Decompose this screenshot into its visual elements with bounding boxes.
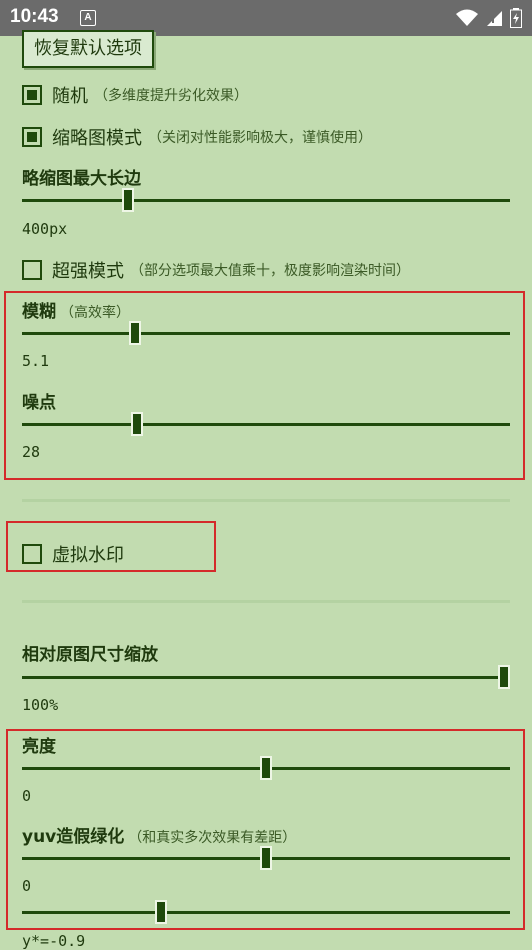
super-mode-option[interactable]: 超强模式 （部分选项最大值乘十，极度影响渲染时间） <box>22 257 410 283</box>
random-option[interactable]: 随机 （多维度提升劣化效果） <box>22 82 248 108</box>
battery-icon <box>510 8 522 28</box>
thumb-max-edge-title: 略缩图最大长边 <box>22 169 141 189</box>
highlight-box-brightness-yuv <box>6 729 525 930</box>
wifi-icon <box>456 9 478 26</box>
notification-icon: A <box>80 10 96 26</box>
settings-panel: 恢复默认选项 随机 （多维度提升劣化效果） 缩略图模式 （关闭对性能影响极大，谨… <box>0 30 532 950</box>
thumb-max-edge-slider[interactable] <box>22 188 510 212</box>
section-divider <box>22 499 510 502</box>
highlight-box-blur-noise <box>4 291 525 480</box>
scale-slider[interactable] <box>22 665 510 689</box>
thumbnail-mode-label: 缩略图模式 <box>52 128 142 149</box>
random-checkbox[interactable] <box>22 85 42 105</box>
super-mode-note: （部分选项最大值乘十，极度影响渲染时间） <box>130 263 410 279</box>
thumbnail-mode-checkbox[interactable] <box>22 127 42 147</box>
thumbnail-mode-note: （关闭对性能影响极大，谨慎使用） <box>148 130 372 146</box>
scale-handle[interactable] <box>498 665 510 689</box>
thumbnail-mode-option[interactable]: 缩略图模式 （关闭对性能影响极大，谨慎使用） <box>22 124 372 150</box>
section-divider <box>22 600 510 603</box>
scale-title: 相对原图尺寸缩放 <box>22 645 158 665</box>
status-time: 10:43 <box>10 6 59 27</box>
highlight-box-watermark <box>6 521 216 572</box>
random-label: 随机 <box>52 86 88 107</box>
thumb-max-edge-handle[interactable] <box>122 188 134 212</box>
random-note: （多维度提升劣化效果） <box>94 88 248 104</box>
status-icons <box>456 8 522 28</box>
yuv-factor-value: y*=-0.9 <box>22 932 86 950</box>
scale-value: 100% <box>22 696 59 714</box>
thumb-max-edge-value: 400px <box>22 220 68 238</box>
super-mode-label: 超强模式 <box>52 261 124 282</box>
signal-icon <box>487 11 502 26</box>
super-mode-checkbox[interactable] <box>22 260 42 280</box>
reset-defaults-button[interactable]: 恢复默认选项 <box>22 30 154 68</box>
